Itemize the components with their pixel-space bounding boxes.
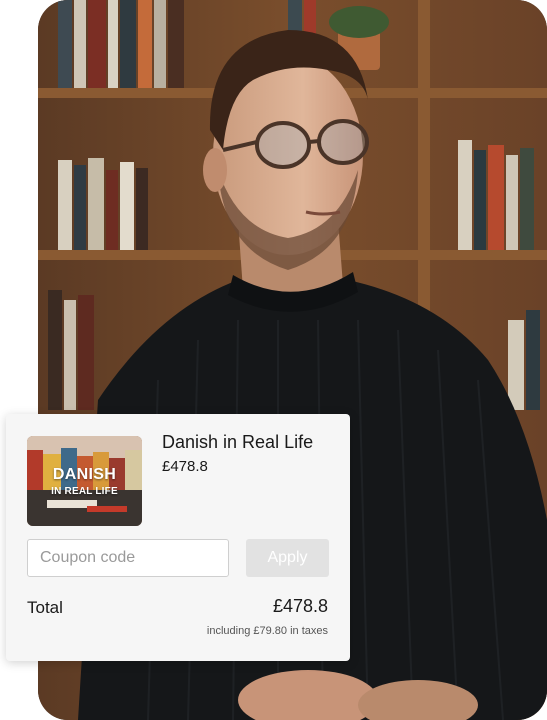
product-name: Danish in Real Life xyxy=(162,432,314,452)
total-amount: £478.8 xyxy=(272,596,328,616)
checkout-card: DANISH IN REAL LIFE Danish in Real Life … xyxy=(6,414,350,661)
product-thumbnail: DANISH IN REAL LIFE xyxy=(27,436,142,526)
product-price: £478.8 xyxy=(162,458,208,475)
thumbnail-title-line1: DANISH xyxy=(52,466,117,483)
apply-coupon-button[interactable]: Apply xyxy=(246,539,329,577)
coupon-code-input[interactable] xyxy=(27,539,229,577)
total-label: Total xyxy=(27,598,63,617)
tax-note: including £79.80 in taxes xyxy=(206,625,328,637)
thumbnail-title-line2: IN REAL LIFE xyxy=(51,486,118,497)
